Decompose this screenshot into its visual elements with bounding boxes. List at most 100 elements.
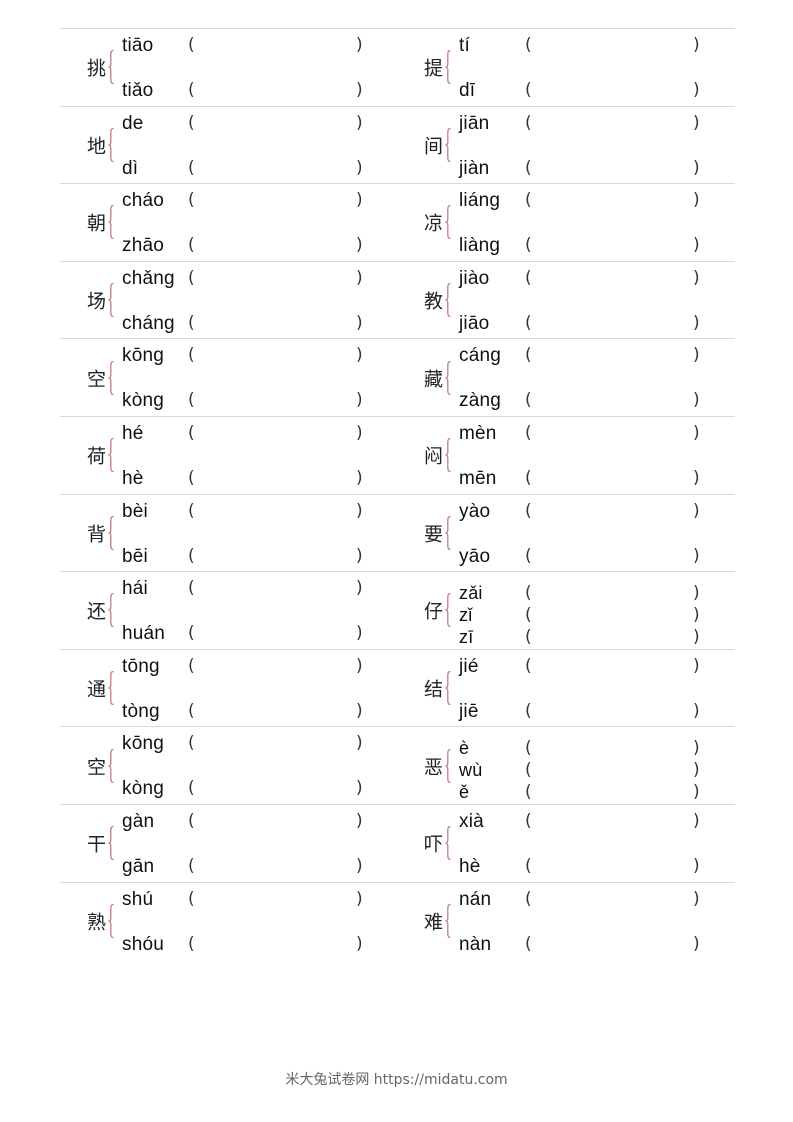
word-answer-blank[interactable] xyxy=(539,190,691,215)
word-answer-blank[interactable] xyxy=(202,190,354,215)
pinyin-label: hè xyxy=(122,467,144,489)
word-answer-blank[interactable] xyxy=(202,778,354,803)
word-answer-blank[interactable] xyxy=(539,312,691,337)
word-answer-blank[interactable] xyxy=(539,933,691,958)
word-answer-blank[interactable] xyxy=(539,390,691,415)
open-parenthesis: ( xyxy=(188,190,195,211)
close-parenthesis: ) xyxy=(356,623,363,644)
pinyin-label: gàn xyxy=(122,810,155,832)
word-answer-blank[interactable] xyxy=(539,545,691,570)
pinyin-label: shú xyxy=(122,888,154,910)
close-parenthesis: ) xyxy=(693,467,700,488)
word-answer-blank[interactable] xyxy=(539,655,691,680)
reading-line: shú () xyxy=(122,887,382,913)
word-answer-blank[interactable] xyxy=(202,112,354,137)
word-answer-blank[interactable] xyxy=(202,235,354,260)
word-answer-blank[interactable] xyxy=(202,733,354,758)
worksheet-row: 熟 shú () shóu () 难 nán () nàn () xyxy=(60,881,735,960)
open-parenthesis: ( xyxy=(525,157,532,178)
reading-line: nàn () xyxy=(459,932,719,958)
close-parenthesis: ) xyxy=(693,855,700,876)
worksheet-row: 背 bèi () bēi () 要 yào () yāo () xyxy=(60,493,735,572)
word-answer-blank[interactable] xyxy=(202,545,354,570)
word-answer-blank[interactable] xyxy=(539,500,691,525)
open-parenthesis: ( xyxy=(525,35,532,55)
word-answer-blank[interactable] xyxy=(202,312,354,337)
hanzi-character: 闷 xyxy=(424,445,444,468)
word-answer-blank[interactable] xyxy=(539,888,691,913)
word-answer-blank[interactable] xyxy=(202,888,354,913)
pinyin-label: xià xyxy=(459,810,484,832)
word-answer-blank[interactable] xyxy=(539,467,691,492)
open-parenthesis: ( xyxy=(525,700,532,721)
pinyin-label: tòng xyxy=(122,700,160,722)
word-answer-blank[interactable] xyxy=(202,655,354,680)
word-answer-blank[interactable] xyxy=(539,345,691,370)
word-answer-blank[interactable] xyxy=(202,345,354,370)
curly-brace-icon xyxy=(108,438,114,473)
word-answer-blank[interactable] xyxy=(202,80,354,104)
polyphone-item: 教 jiào () jiāo () xyxy=(397,262,734,339)
word-answer-blank[interactable] xyxy=(202,933,354,958)
close-parenthesis: ) xyxy=(693,738,700,759)
close-parenthesis: ) xyxy=(693,810,700,831)
curly-brace-icon xyxy=(108,283,114,318)
word-answer-blank[interactable] xyxy=(539,235,691,260)
word-answer-blank[interactable] xyxy=(202,578,354,603)
word-answer-blank[interactable] xyxy=(539,267,691,292)
reading-line: mèn () xyxy=(459,421,719,447)
close-parenthesis: ) xyxy=(356,390,363,411)
word-answer-blank[interactable] xyxy=(539,157,691,182)
pinyin-label: jiāo xyxy=(459,312,490,334)
pinyin-label: tiǎo xyxy=(122,80,154,101)
reading-line: hè () xyxy=(122,466,382,492)
word-answer-blank[interactable] xyxy=(202,467,354,492)
polyphone-item: 熟 shú () shóu () xyxy=(60,883,397,960)
reading-line: jiān () xyxy=(459,111,719,137)
reading-list: hé () hè () xyxy=(122,421,382,492)
word-answer-blank[interactable] xyxy=(202,422,354,447)
reading-line: tí () xyxy=(459,33,719,59)
word-answer-blank[interactable] xyxy=(539,422,691,447)
word-answer-blank[interactable] xyxy=(539,700,691,725)
open-parenthesis: ( xyxy=(525,312,532,333)
word-answer-blank[interactable] xyxy=(539,810,691,835)
close-parenthesis: ) xyxy=(693,190,700,211)
polyphone-item: 吓 xià () hè () xyxy=(397,805,734,882)
close-parenthesis: ) xyxy=(356,190,363,211)
pinyin-label: hái xyxy=(122,578,148,600)
reading-line: zǎi () xyxy=(459,582,719,609)
word-answer-blank[interactable] xyxy=(202,810,354,835)
curly-brace-icon xyxy=(108,593,114,628)
polyphone-item: 通 tōng () tòng () xyxy=(60,650,397,727)
open-parenthesis: ( xyxy=(188,157,195,178)
open-parenthesis: ( xyxy=(188,422,195,443)
word-answer-blank[interactable] xyxy=(539,35,691,59)
polyphone-item: 地 de () dì () xyxy=(60,107,397,184)
pinyin-label: wù xyxy=(459,760,483,781)
pinyin-label: yào xyxy=(459,500,491,522)
reading-line: cháng () xyxy=(122,311,382,337)
word-answer-blank[interactable] xyxy=(202,157,354,182)
reading-line: yāo () xyxy=(459,544,719,570)
word-answer-blank[interactable] xyxy=(202,500,354,525)
open-parenthesis: ( xyxy=(525,933,532,954)
close-parenthesis: ) xyxy=(356,700,363,721)
word-answer-blank[interactable] xyxy=(202,35,354,59)
word-answer-blank[interactable] xyxy=(202,623,354,648)
word-answer-blank[interactable] xyxy=(202,855,354,880)
close-parenthesis: ) xyxy=(356,267,363,288)
close-parenthesis: ) xyxy=(693,500,700,521)
reading-line: zī () xyxy=(459,626,719,653)
word-answer-blank[interactable] xyxy=(539,80,691,104)
open-parenthesis: ( xyxy=(525,80,532,100)
word-answer-blank[interactable] xyxy=(202,700,354,725)
word-answer-blank[interactable] xyxy=(539,855,691,880)
worksheet-row: 还 hái () huán () 仔 zǎi () zǐ () zī () xyxy=(60,571,735,653)
word-answer-blank[interactable] xyxy=(202,390,354,415)
pinyin-label: hé xyxy=(122,422,144,444)
word-answer-blank[interactable] xyxy=(539,112,691,137)
pinyin-label: dī xyxy=(459,80,476,101)
open-parenthesis: ( xyxy=(525,390,532,411)
word-answer-blank[interactable] xyxy=(202,267,354,292)
